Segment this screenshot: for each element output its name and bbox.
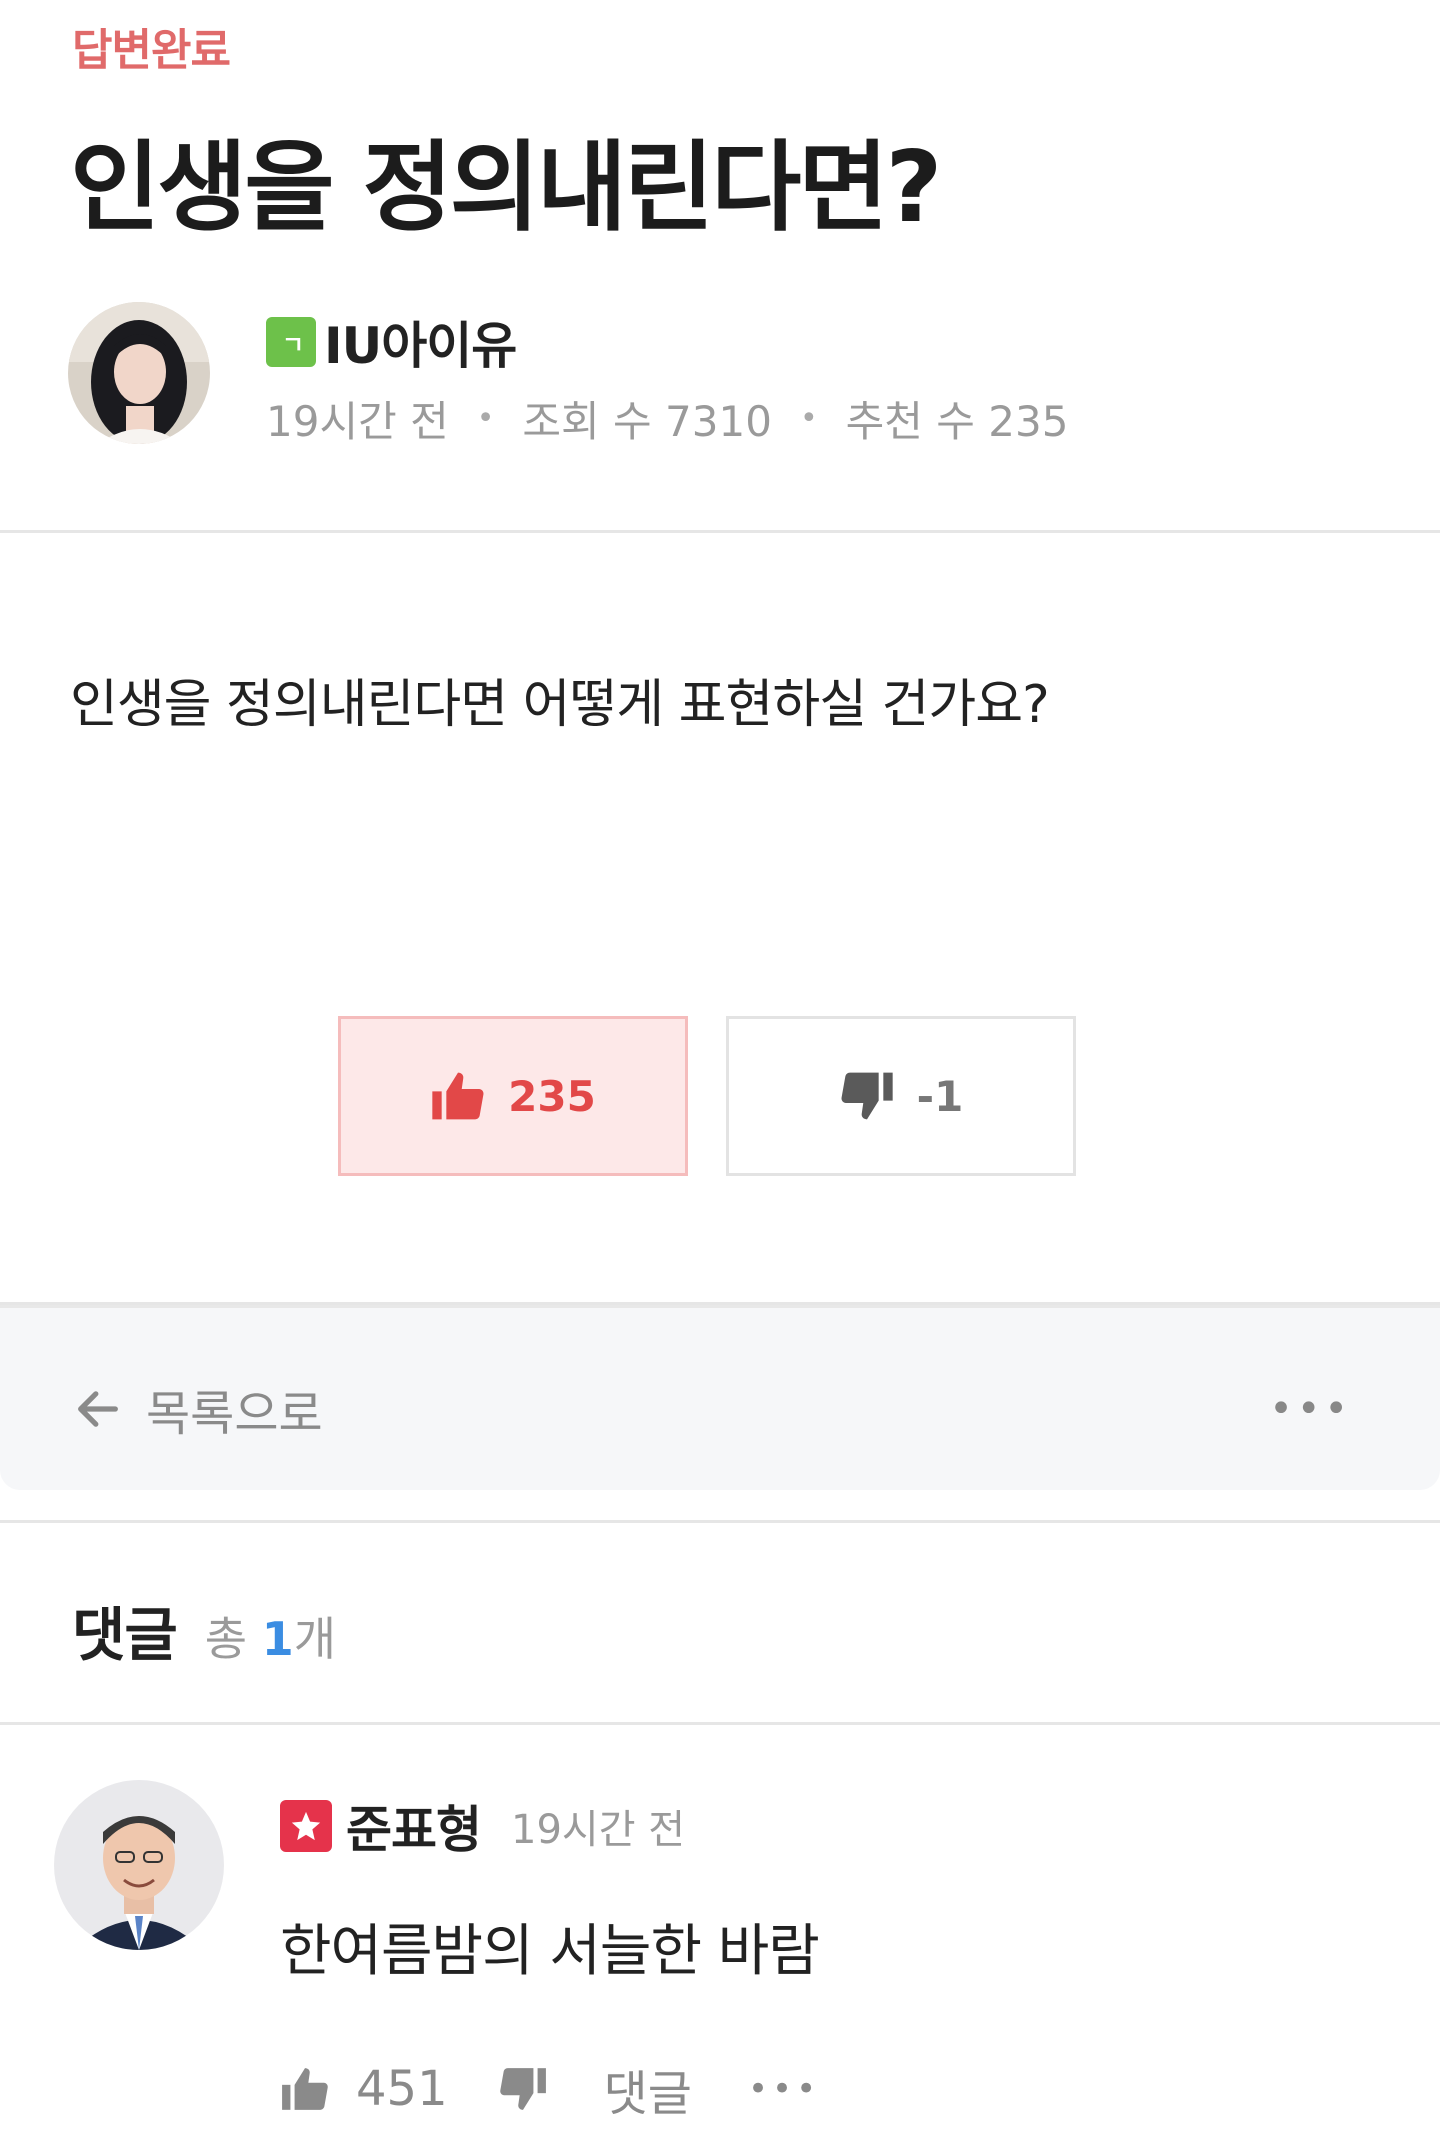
comment-more-icon[interactable]: ••• (748, 2069, 820, 2109)
comment-like-count: 451 (356, 2061, 448, 2117)
back-to-list-button[interactable]: 목록으로 (72, 1374, 323, 1444)
comment-actions: 451 댓글 ••• (280, 2054, 820, 2124)
thumbs-up-icon[interactable] (280, 2064, 330, 2114)
post-meta: 19시간 전 • 조회 수 7310 • 추천 수 235 (266, 388, 1068, 449)
comments-title: 댓글 (72, 1601, 178, 1669)
comments-divider (0, 1722, 1440, 1725)
status-tag: 답변완료 (72, 25, 231, 76)
author-avatar[interactable] (68, 302, 210, 444)
header-divider (0, 530, 1440, 533)
thumbs-down-icon (841, 1072, 893, 1120)
thumbs-down-icon[interactable] (498, 2064, 548, 2114)
list-bar: 목록으로 ••• (0, 1305, 1440, 1490)
more-icon[interactable]: ••• (1269, 1386, 1352, 1432)
arrow-left-icon (78, 1391, 118, 1427)
thumbs-up-icon (432, 1072, 484, 1120)
meta-separator: • (799, 401, 818, 436)
comments-divider-top (0, 1520, 1440, 1523)
level-badge-icon: ㄱ (266, 317, 316, 367)
star-icon (280, 1800, 332, 1852)
comment-time: 19시간 전 (511, 1807, 686, 1853)
author-line: ㄱ IU아이유 (266, 306, 517, 378)
author-name[interactable]: IU아이유 (324, 306, 517, 378)
upvote-button[interactable]: 235 (338, 1016, 688, 1176)
recommend-count: 추천 수 235 (845, 397, 1069, 446)
downvote-count: -1 (916, 1071, 964, 1121)
view-count: 조회 수 7310 (522, 397, 772, 446)
back-label: 목록으로 (146, 1386, 323, 1442)
comment-reply-button[interactable]: 댓글 (604, 2054, 692, 2124)
comment-user-line: 준표형 19시간 전 (280, 1790, 685, 1862)
comments-header: 댓글 총 1개 (72, 1588, 336, 1672)
downvote-button[interactable]: -1 (726, 1016, 1076, 1176)
comment-avatar[interactable] (54, 1780, 224, 1950)
post-body: 인생을 정의내린다면 어떻게 표현하실 건가요? (70, 675, 1050, 735)
post-time: 19시간 전 (266, 397, 449, 446)
comment-text: 한여름밤의 서늘한 바람 (280, 1919, 820, 1984)
comment-username[interactable]: 준표형 (346, 1790, 482, 1862)
post-title: 인생을 정의내린다면? (70, 131, 942, 245)
comments-count: 총 1개 (204, 1612, 337, 1666)
upvote-count: 235 (508, 1071, 596, 1121)
meta-separator: • (476, 401, 495, 436)
